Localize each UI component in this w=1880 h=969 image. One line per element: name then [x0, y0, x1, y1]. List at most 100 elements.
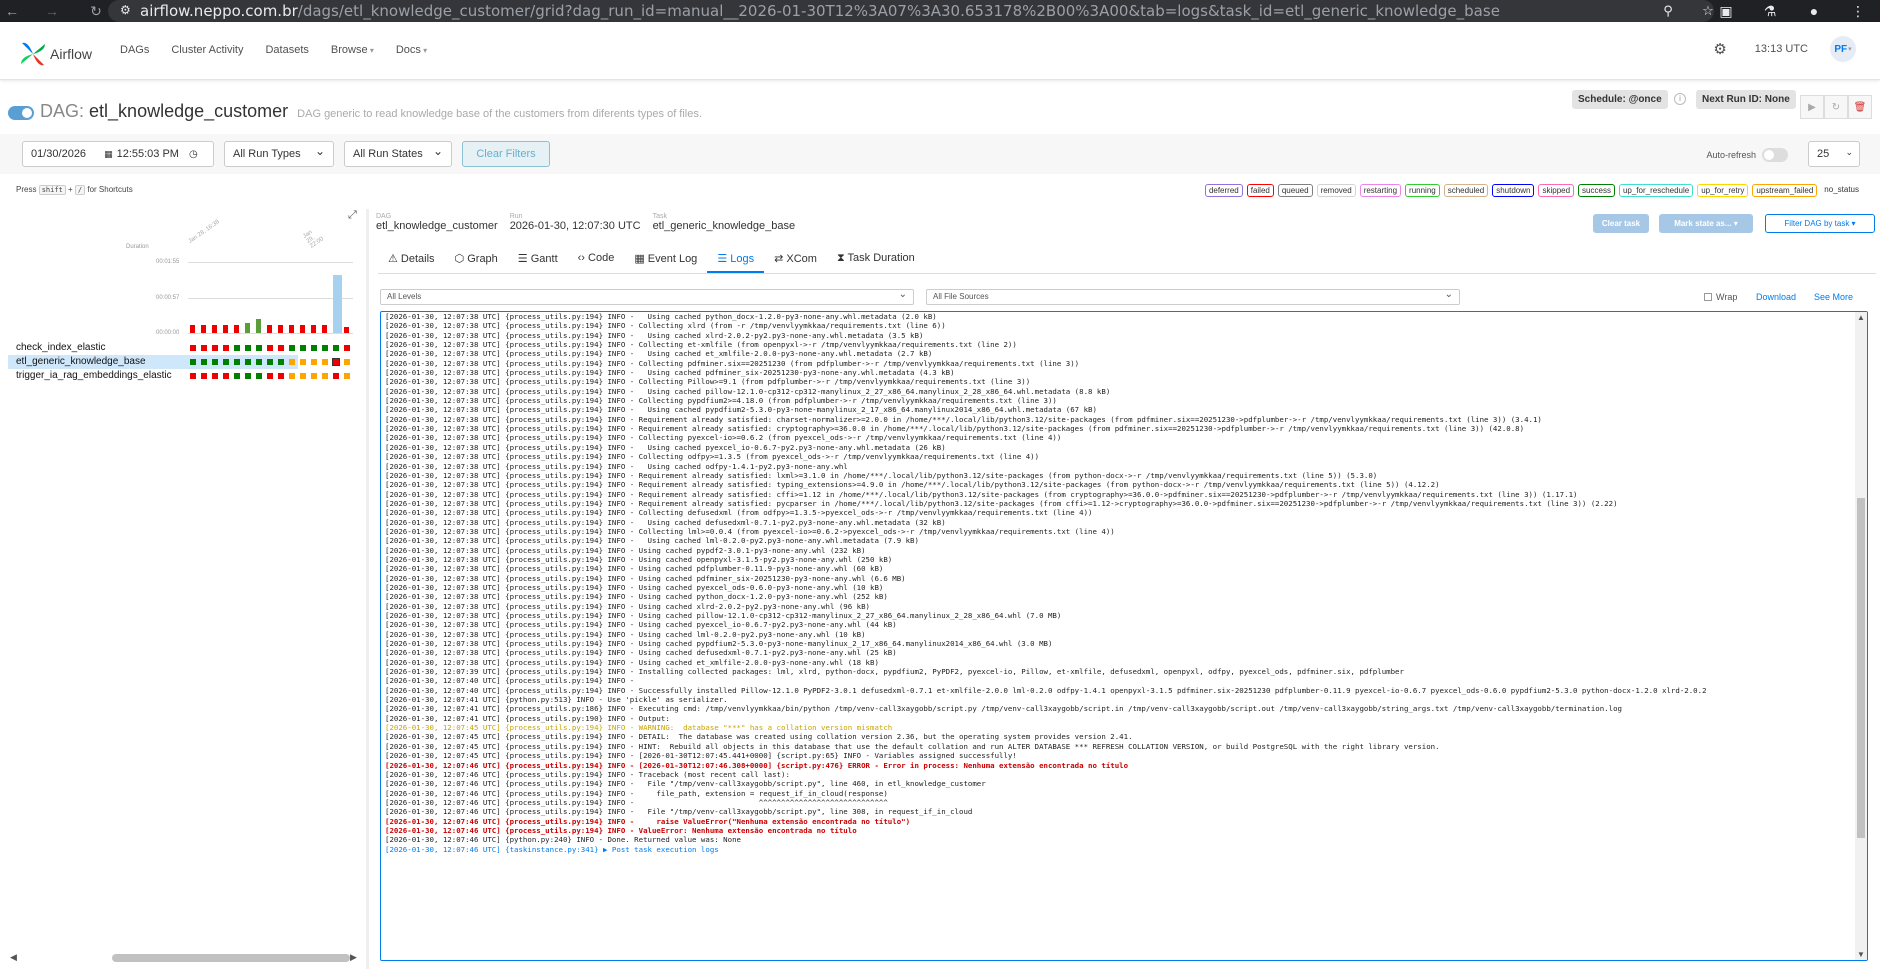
task-instance-square[interactable]: [267, 373, 273, 379]
task-instance-square[interactable]: [256, 359, 262, 365]
legend-shutdown[interactable]: shutdown: [1492, 184, 1535, 197]
task-instance-square[interactable]: [245, 373, 251, 379]
task-instance-square[interactable]: [332, 358, 340, 366]
task-instance-square[interactable]: [311, 373, 317, 379]
run-bar[interactable]: [300, 325, 305, 333]
collapse-icon[interactable]: ⤢: [348, 209, 357, 222]
log-viewer[interactable]: [2026-01-30, 12:07:38 UTC] {process_util…: [380, 311, 1868, 961]
log-source-select[interactable]: All File Sources: [926, 289, 1460, 305]
task-instance-square[interactable]: [311, 345, 317, 351]
log-scrollbar[interactable]: ▲ ▼: [1855, 312, 1867, 960]
base-date-input[interactable]: 01/30/2026 ▦ 12:55:03 PM ◷: [22, 141, 214, 167]
task-instance-square[interactable]: [223, 345, 229, 351]
tab-xcom[interactable]: ⇄ XCom: [764, 246, 827, 273]
task-instance-square[interactable]: [278, 373, 284, 379]
delete-dag-button[interactable]: 🗑: [1848, 95, 1872, 119]
task-instance-square[interactable]: [311, 359, 317, 365]
download-link[interactable]: Download: [1756, 292, 1796, 302]
task-instance-square[interactable]: [245, 359, 251, 365]
scroll-right-icon[interactable]: ▶: [350, 952, 357, 963]
run-bar[interactable]: [256, 319, 261, 333]
menu-dags[interactable]: DAGs: [120, 44, 149, 56]
menu-docs[interactable]: Docs: [396, 44, 427, 56]
zoom-icon[interactable]: ⚲: [1648, 3, 1688, 19]
run-bar[interactable]: [344, 327, 349, 333]
extensions-icon[interactable]: ▣: [1704, 3, 1748, 20]
info-icon[interactable]: i: [1674, 93, 1686, 105]
task-instance-square[interactable]: [289, 345, 295, 351]
wrap-checkbox[interactable]: [1704, 293, 1712, 301]
task-instance-square[interactable]: [256, 345, 262, 351]
task-instance-square[interactable]: [234, 373, 240, 379]
auto-refresh-toggle[interactable]: [1762, 148, 1788, 162]
tab-task-duration[interactable]: ⧗ Task Duration: [827, 246, 925, 273]
task-instance-square[interactable]: [289, 373, 295, 379]
profile-icon[interactable]: ●: [1792, 3, 1836, 19]
dag-name[interactable]: etl_knowledge_customer: [89, 101, 288, 121]
see-more-link[interactable]: See More: [1814, 292, 1853, 302]
parse-dag-button[interactable]: ↻: [1824, 95, 1848, 119]
tab-details[interactable]: ⚠ Details: [378, 246, 445, 273]
task-instance-square[interactable]: [201, 345, 207, 351]
task-instance-square[interactable]: [212, 359, 218, 365]
run-bar[interactable]: [223, 325, 228, 333]
run-bar[interactable]: [311, 325, 316, 333]
labs-icon[interactable]: ⚗: [1748, 3, 1792, 20]
run-bar[interactable]: [201, 325, 206, 333]
legend-removed[interactable]: removed: [1316, 184, 1356, 197]
legend-no-status[interactable]: no_status: [1821, 184, 1862, 197]
legend-up-for-retry[interactable]: up_for_retry: [1697, 184, 1749, 197]
menu-cluster-activity[interactable]: Cluster Activity: [171, 44, 243, 56]
horizontal-scrollbar[interactable]: [112, 954, 350, 962]
task-instance-square[interactable]: [333, 373, 339, 379]
legend-queued[interactable]: queued: [1277, 184, 1313, 197]
run-bar[interactable]: [333, 275, 342, 333]
task-instance-square[interactable]: [223, 373, 229, 379]
task-row-trigger-ia-rag-embeddings-elastic[interactable]: trigger_ia_rag_embeddings_elastic: [8, 369, 298, 383]
task-instance-square[interactable]: [201, 359, 207, 365]
legend-upstream-failed[interactable]: upstream_failed: [1752, 184, 1818, 197]
scroll-up-icon[interactable]: ▲: [1857, 313, 1865, 322]
wrap-toggle[interactable]: Wrap: [1704, 292, 1737, 302]
forward-icon[interactable]: →: [40, 3, 64, 19]
menu-datasets[interactable]: Datasets: [265, 44, 308, 56]
run-states-select[interactable]: All Run States: [344, 141, 452, 167]
task-instance-square[interactable]: [300, 345, 306, 351]
breadcrumb-dag[interactable]: etl_knowledge_customer: [376, 220, 498, 232]
address-bar[interactable]: ⚙ airflow.neppo.com.br/dags/etl_knowledg…: [108, 0, 1714, 22]
task-instance-square[interactable]: [201, 373, 207, 379]
tab-graph[interactable]: ⬡ Graph: [445, 246, 508, 273]
run-types-select[interactable]: All Run Types: [224, 141, 334, 167]
task-instance-square[interactable]: [322, 345, 328, 351]
task-instance-square[interactable]: [267, 359, 273, 365]
trigger-dag-button[interactable]: ▶: [1800, 95, 1824, 119]
task-instance-square[interactable]: [190, 359, 196, 365]
calendar-icon[interactable]: ▦: [104, 149, 113, 160]
run-bar[interactable]: [212, 325, 217, 333]
tab-event-log[interactable]: ▦ Event Log: [624, 246, 707, 273]
log-level-select[interactable]: All Levels: [380, 289, 914, 305]
task-instance-square[interactable]: [212, 345, 218, 351]
clock-icon[interactable]: ◷: [189, 149, 198, 160]
pane-resizer[interactable]: [366, 209, 369, 969]
legend-scheduled[interactable]: scheduled: [1443, 184, 1489, 197]
task-instance-square[interactable]: [245, 345, 251, 351]
run-bar[interactable]: [234, 325, 239, 333]
page-size-select[interactable]: 25 ⌄: [1808, 141, 1860, 167]
scroll-thumb[interactable]: [1857, 498, 1865, 838]
tab-code[interactable]: ‹› Code: [568, 246, 625, 273]
task-instance-square[interactable]: [267, 345, 273, 351]
browser-menu-icon[interactable]: ⋮: [1836, 3, 1880, 20]
task-instance-square[interactable]: [190, 345, 196, 351]
task-instance-square[interactable]: [223, 359, 229, 365]
breadcrumb-task[interactable]: etl_generic_knowledge_base: [653, 220, 796, 232]
clear-filters-button[interactable]: Clear Filters: [462, 141, 550, 167]
task-instance-square[interactable]: [212, 373, 218, 379]
legend-running[interactable]: running: [1405, 184, 1440, 197]
legend-up-for-reschedule[interactable]: up_for_reschedule: [1618, 184, 1694, 197]
menu-browse[interactable]: Browse: [331, 44, 374, 56]
legend-failed[interactable]: failed: [1246, 184, 1274, 197]
task-instance-square[interactable]: [190, 373, 196, 379]
task-row-check-index-elastic[interactable]: check_index_elastic: [8, 341, 298, 355]
scroll-left-icon[interactable]: ◀: [10, 952, 17, 963]
